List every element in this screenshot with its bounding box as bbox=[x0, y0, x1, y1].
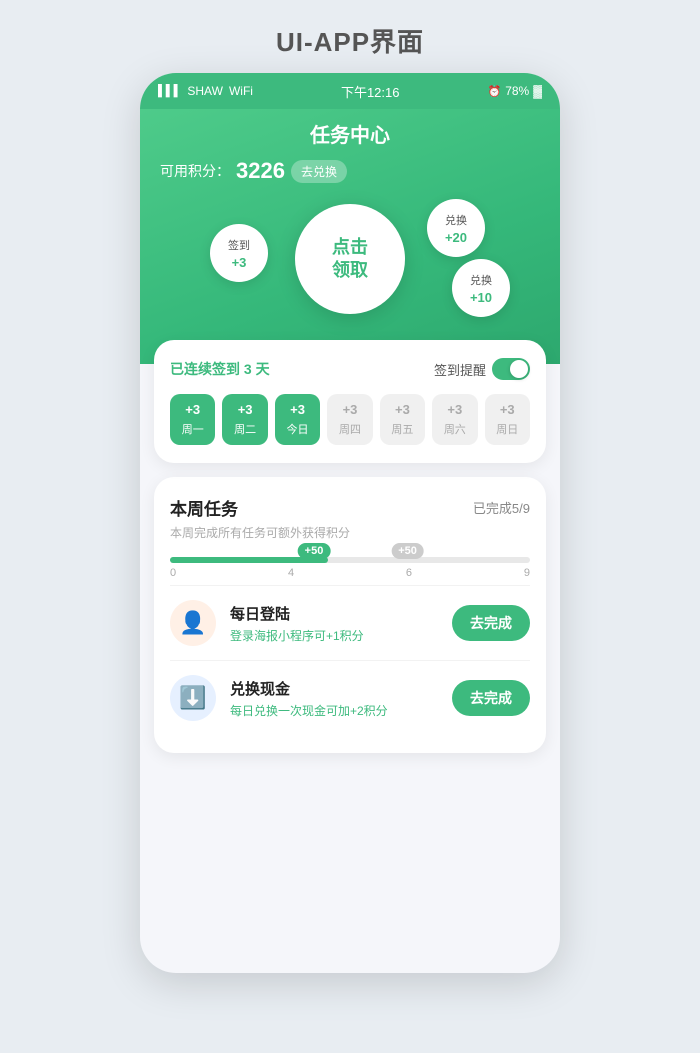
day-name-0: 周一 bbox=[182, 421, 204, 437]
progress-label-0: 0 bbox=[170, 567, 176, 579]
day-points-3: +3 bbox=[343, 402, 358, 417]
exchange2-circle-label: 兑换 bbox=[470, 272, 492, 288]
circles-area: 签到 +3 点击 领取 兑换 +20 兑换 +10 bbox=[160, 194, 540, 324]
checkin-streak-suffix: 天 bbox=[256, 361, 270, 377]
task-desc-1: 每日兑换一次现金可加+2积分 bbox=[230, 702, 438, 719]
reminder-toggle[interactable] bbox=[492, 358, 530, 380]
checkin-streak-prefix: 已连续签到 bbox=[170, 361, 240, 377]
day-item-6[interactable]: +3 周日 bbox=[485, 394, 530, 445]
task-btn-0[interactable]: 去完成 bbox=[452, 605, 530, 641]
task-name-0: 每日登陆 bbox=[230, 603, 438, 624]
battery-percent: 78% bbox=[505, 84, 529, 98]
tasks-header: 本周任务 已完成5/9 bbox=[170, 495, 530, 520]
progress-bubble-active: +50 bbox=[298, 543, 331, 559]
day-item-5[interactable]: +3 周六 bbox=[432, 394, 477, 445]
status-time: 下午12:16 bbox=[341, 82, 400, 101]
task-icon-1: ⬇️ bbox=[170, 675, 216, 721]
checkin-streak: 已连续签到 3 天 bbox=[170, 359, 270, 379]
day-points-5: +3 bbox=[447, 402, 462, 417]
day-name-2: 今日 bbox=[287, 421, 309, 437]
points-value: 3226 bbox=[236, 158, 285, 184]
task-info-0: 每日登陆 登录海报小程序可+1积分 bbox=[230, 603, 438, 644]
reminder-label: 签到提醒 bbox=[434, 360, 486, 379]
day-item-3[interactable]: +3 周四 bbox=[327, 394, 372, 445]
tasks-subtitle: 本周完成所有任务可额外获得积分 bbox=[170, 524, 530, 541]
day-item-4[interactable]: +3 周五 bbox=[380, 394, 425, 445]
day-name-6: 周日 bbox=[496, 421, 518, 437]
progress-label-2: 6 bbox=[406, 567, 412, 579]
signin-circle-value: +3 bbox=[232, 255, 247, 270]
phone-frame: ▌▌▌ SHAW WiFi 下午12:16 ⏰ 78% ▓ 任务中心 可用积分：… bbox=[140, 73, 560, 973]
points-label: 可用积分： bbox=[160, 161, 230, 181]
days-row: +3 周一 +3 周二 +3 今日 +3 周四 +3 周五 +3 周六 +3 周… bbox=[170, 394, 530, 445]
task-btn-1[interactable]: 去完成 bbox=[452, 680, 530, 716]
day-points-2: +3 bbox=[290, 402, 305, 417]
day-name-3: 周四 bbox=[339, 421, 361, 437]
toggle-dot bbox=[510, 360, 528, 378]
progress-label-3: 9 bbox=[524, 567, 530, 579]
day-points-4: +3 bbox=[395, 402, 410, 417]
signin-circle[interactable]: 签到 +3 bbox=[210, 224, 268, 282]
day-item-0[interactable]: +3 周一 bbox=[170, 394, 215, 445]
checkin-reminder: 签到提醒 bbox=[434, 358, 530, 380]
wifi-icon: WiFi bbox=[229, 84, 253, 98]
task-item-1: ⬇️ 兑换现金 每日兑换一次现金可加+2积分 去完成 bbox=[170, 660, 530, 735]
progress-container: +50 +50 0 4 6 9 bbox=[170, 557, 530, 579]
page-title-area: UI-APP界面 bbox=[0, 0, 700, 73]
exchange1-circle-value: +20 bbox=[445, 230, 467, 245]
task-info-1: 兑换现金 每日兑换一次现金可加+2积分 bbox=[230, 678, 438, 719]
status-right: ⏰ 78% ▓ bbox=[488, 84, 542, 98]
tasks-title: 本周任务 bbox=[170, 495, 238, 520]
progress-track: +50 +50 bbox=[170, 557, 530, 563]
progress-bubble-pending: +50 bbox=[391, 543, 424, 559]
status-left: ▌▌▌ SHAW WiFi bbox=[158, 84, 253, 98]
exchange2-circle-value: +10 bbox=[470, 290, 492, 305]
day-name-1: 周二 bbox=[234, 421, 256, 437]
signal-icon: ▌▌▌ bbox=[158, 85, 181, 97]
day-item-1[interactable]: +3 周二 bbox=[222, 394, 267, 445]
progress-label-1: 4 bbox=[288, 567, 294, 579]
tasks-progress-text: 已完成5/9 bbox=[473, 498, 530, 517]
progress-labels: 0 4 6 9 bbox=[170, 567, 530, 579]
page-title: UI-APP界面 bbox=[0, 22, 700, 59]
day-points-1: +3 bbox=[238, 402, 253, 417]
day-name-5: 周六 bbox=[444, 421, 466, 437]
day-name-4: 周五 bbox=[391, 421, 413, 437]
exchange1-circle[interactable]: 兑换 +20 bbox=[427, 199, 485, 257]
checkin-card: 已连续签到 3 天 签到提醒 +3 周一 +3 周二 +3 今日 +3 周四 bbox=[154, 340, 546, 463]
header-title: 任务中心 bbox=[160, 119, 540, 148]
exchange1-circle-label: 兑换 bbox=[445, 212, 467, 228]
checkin-streak-days: 3 bbox=[244, 361, 252, 377]
alarm-icon: ⏰ bbox=[488, 85, 502, 98]
battery-icon: ▓ bbox=[533, 84, 542, 98]
exchange2-circle[interactable]: 兑换 +10 bbox=[452, 259, 510, 317]
task-desc-0: 登录海报小程序可+1积分 bbox=[230, 627, 438, 644]
carrier-label: SHAW bbox=[187, 84, 223, 98]
task-icon-0: 👤 bbox=[170, 600, 216, 646]
exchange-button[interactable]: 去兑换 bbox=[291, 160, 347, 183]
day-points-0: +3 bbox=[185, 402, 200, 417]
green-header: 任务中心 可用积分： 3226 去兑换 签到 +3 点击 领取 兑换 bbox=[140, 109, 560, 364]
main-circle-text: 点击 领取 bbox=[332, 236, 368, 283]
main-circle-button[interactable]: 点击 领取 bbox=[295, 204, 405, 314]
tasks-card: 本周任务 已完成5/9 本周完成所有任务可额外获得积分 +50 +50 0 4 6 9… bbox=[154, 477, 546, 753]
checkin-header: 已连续签到 3 天 签到提醒 bbox=[170, 358, 530, 380]
day-points-6: +3 bbox=[500, 402, 515, 417]
task-list: 👤 每日登陆 登录海报小程序可+1积分 去完成 ⬇️ 兑换现金 每日兑换一次现金… bbox=[170, 585, 530, 735]
signin-circle-label: 签到 bbox=[228, 237, 250, 253]
day-item-2[interactable]: +3 今日 bbox=[275, 394, 320, 445]
task-name-1: 兑换现金 bbox=[230, 678, 438, 699]
status-bar: ▌▌▌ SHAW WiFi 下午12:16 ⏰ 78% ▓ bbox=[140, 73, 560, 109]
points-row: 可用积分： 3226 去兑换 bbox=[160, 158, 540, 184]
task-item-0: 👤 每日登陆 登录海报小程序可+1积分 去完成 bbox=[170, 585, 530, 660]
